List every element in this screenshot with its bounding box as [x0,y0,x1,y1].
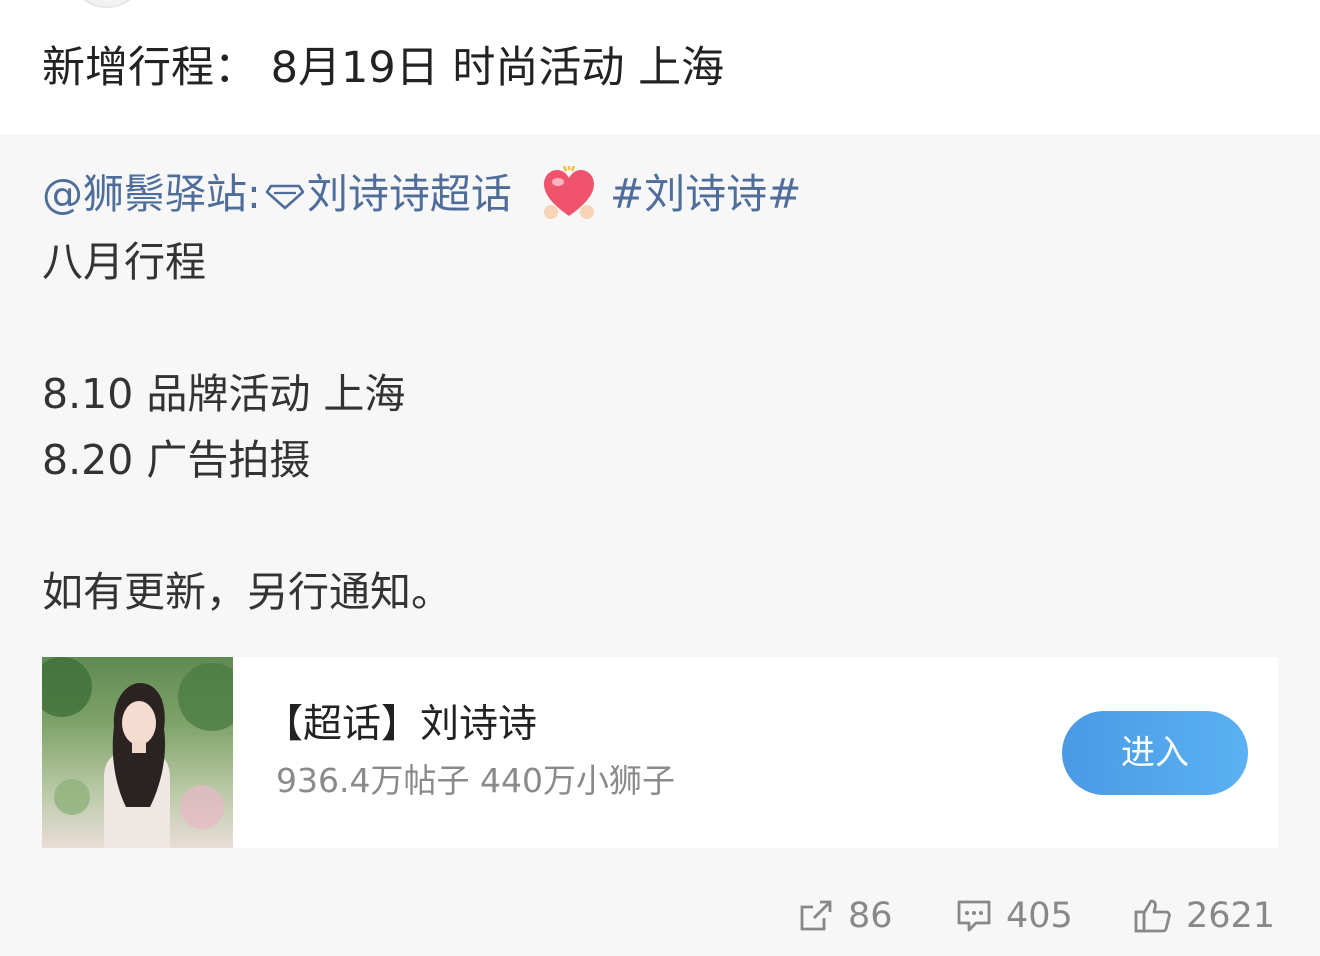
comment-icon [957,900,991,932]
comment-action[interactable]: 405 [956,886,1073,946]
portrait-illustration [42,657,233,848]
comment-count: 405 [1006,896,1073,936]
supertopic-stats: 936.4万帖子 440万小狮子 [276,761,675,800]
repost-header-line: @狮鬃驿站: 刘诗诗超话 #刘诗诗# [42,164,802,224]
like-action[interactable]: 2621 [1134,886,1275,946]
hashtag-link[interactable]: #刘诗诗# [610,170,802,218]
like-icon [1134,899,1171,933]
post-title: 新增行程： 8月19日 时尚活动 上海 [42,43,725,93]
repost-action[interactable]: 86 [798,886,893,946]
author-mention-link[interactable]: @狮鬃驿站: [42,170,261,218]
schedule-heading: 八月行程 [42,238,206,286]
repost-icon [800,900,832,931]
post-header: 新增行程： 8月19日 时尚活动 上海 [0,0,1320,134]
reposted-content: @狮鬃驿站: 刘诗诗超话 #刘诗诗# 八月行程 8.10 品牌活动 上海 8.2… [0,134,1320,956]
update-note: 如有更新，另行通知。 [42,568,452,616]
like-count: 2621 [1186,896,1276,936]
schedule-item: 8.10 品牌活动 上海 [42,370,406,418]
diamond-icon [265,184,305,210]
supertopic-link[interactable]: 刘诗诗超话 [307,170,512,218]
heart-emoji-icon [543,166,594,219]
supertopic-title: 【超话】刘诗诗 [264,702,538,747]
supertopic-cover-image [42,657,233,848]
avatar[interactable] [70,0,144,8]
schedule-item: 8.20 广告拍摄 [42,436,311,484]
enter-button[interactable]: 进入 [1062,711,1248,795]
repost-count: 86 [848,896,893,936]
supertopic-card[interactable]: 【超话】刘诗诗 936.4万帖子 440万小狮子 进入 [42,657,1278,848]
